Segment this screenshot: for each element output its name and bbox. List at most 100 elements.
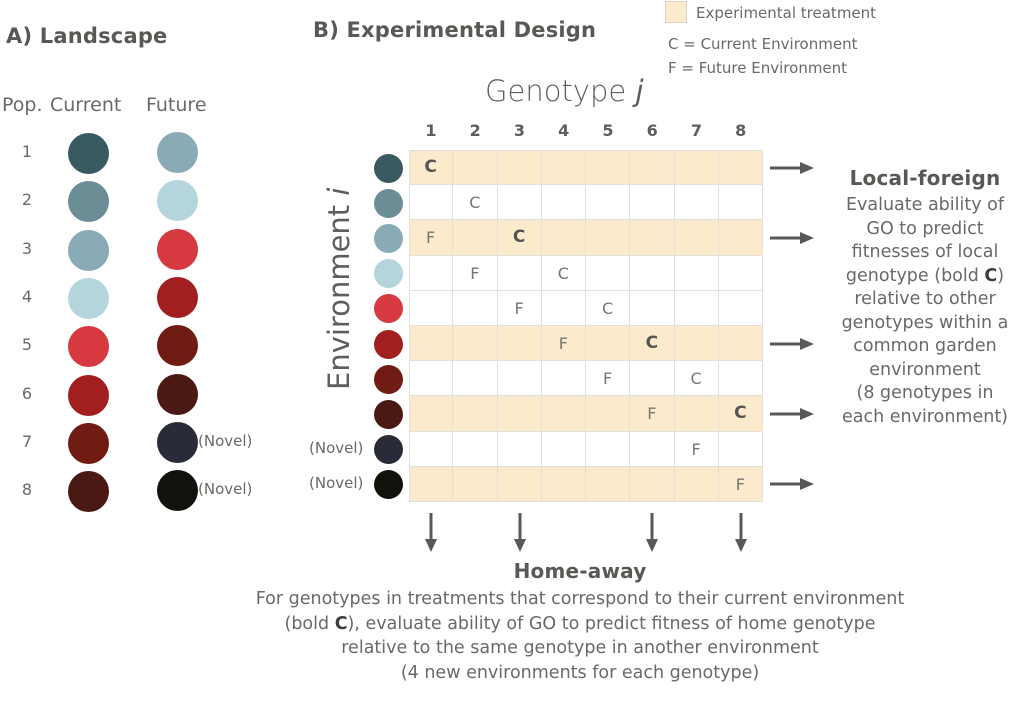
- grid-cell: [675, 255, 719, 291]
- grid-cell: [542, 290, 586, 326]
- grid-cell: [630, 431, 675, 467]
- environment-circle: [374, 329, 403, 359]
- environment-circle: [374, 188, 403, 218]
- grid-cell: [453, 290, 498, 326]
- future-environment-circle: [157, 228, 198, 270]
- grid-row: FC: [409, 255, 763, 291]
- grid-cell: [719, 150, 763, 186]
- grid-cell: [542, 396, 586, 432]
- grid-cell: [586, 396, 631, 432]
- grid-cell: [498, 255, 542, 291]
- grid-cell: [586, 466, 631, 502]
- grid-cell: [675, 466, 719, 502]
- genotype-number: 8: [735, 121, 747, 140]
- right-arrow-icon: [770, 408, 814, 420]
- panel-a-title: A) Landscape: [6, 24, 168, 48]
- grid-cell: C: [586, 290, 631, 326]
- down-arrow-icon: [425, 513, 438, 552]
- genotype-number: 7: [690, 121, 703, 140]
- description-line: (4 new environments for each genotype): [400, 662, 760, 683]
- axis-variable: j: [635, 74, 644, 108]
- environment-circle: [374, 224, 403, 253]
- treatment-row: FC: [409, 326, 763, 362]
- grid-cell: F: [498, 290, 542, 326]
- grid-cell: [542, 220, 586, 256]
- current-environment-circle: [68, 326, 109, 368]
- treatment-row: F: [409, 466, 763, 502]
- grid-cell: C: [542, 255, 586, 291]
- bold-c-marker: C: [334, 613, 348, 634]
- local-foreign-title: Local-foreign: [849, 166, 1001, 190]
- current-column-header: Current: [50, 94, 122, 116]
- novel-environment-label: (Novel): [309, 474, 364, 493]
- grid-cell: [675, 290, 719, 326]
- environment-circle: [374, 364, 403, 394]
- current-environment-circle: [68, 181, 109, 223]
- future-column-header: Future: [146, 94, 207, 116]
- description-line: relative to other: [854, 289, 996, 309]
- grid-cell: [675, 220, 719, 256]
- down-arrow-icon: [513, 513, 526, 552]
- population-number: 1: [21, 142, 33, 161]
- current-environment-circle: [68, 422, 109, 464]
- grid-cell: F: [542, 326, 586, 362]
- population-number: 3: [21, 238, 33, 258]
- future-environment-circle: [157, 421, 198, 463]
- grid-cell: F: [453, 255, 498, 291]
- current-environment-circle: [68, 471, 109, 513]
- grid-cell: [719, 185, 763, 221]
- future-environment-circle: [157, 132, 198, 173]
- legend-current-environment: C = Current Environment: [668, 35, 858, 53]
- description-line: genotype (bold C): [845, 265, 1005, 286]
- grid-row: FC: [409, 290, 763, 326]
- grid-cell: [630, 150, 675, 186]
- grid-cell: F: [409, 220, 454, 256]
- grid-cell: [542, 361, 586, 397]
- home-away-description: For genotypes in treatments that corresp…: [180, 587, 980, 685]
- grid-cell: [630, 290, 675, 326]
- description-line: genotypes within a: [841, 312, 1009, 333]
- grid-cell: [542, 431, 586, 467]
- description-line: common garden: [853, 336, 997, 356]
- grid-cell: [498, 185, 542, 221]
- grid-cell: [498, 361, 542, 397]
- grid-cell: C: [453, 185, 498, 221]
- grid-cell: [498, 326, 542, 362]
- environment-axis-label: Environment i: [322, 187, 356, 390]
- grid-cell: [719, 361, 763, 397]
- future-environment-circle: [157, 276, 198, 318]
- genotype-number: 5: [602, 121, 614, 140]
- novel-label: (Novel): [198, 431, 253, 450]
- grid-cell: [498, 396, 542, 432]
- grid-cell: [409, 185, 454, 221]
- grid-cell: [719, 326, 763, 362]
- grid-cell: [630, 185, 675, 221]
- current-environment-circle: [68, 133, 109, 174]
- grid-cell: [586, 220, 631, 256]
- novel-label: (Novel): [198, 480, 253, 499]
- grid-cell: [675, 326, 719, 362]
- environment-circle: [374, 153, 403, 183]
- grid-cell: [719, 255, 763, 291]
- legend-future-environment: F = Future Environment: [668, 59, 848, 77]
- future-environment-circle: [157, 180, 198, 222]
- grid-cell: [542, 185, 586, 221]
- current-environment-circle: [68, 374, 109, 416]
- future-environment-circle: [157, 325, 198, 367]
- current-environment-circle: [68, 229, 109, 271]
- down-arrow-icon: [646, 513, 659, 552]
- description-line: relative to the same genotype in another…: [341, 638, 819, 658]
- panel-b-title: B) Experimental Design: [313, 18, 597, 42]
- current-environment-circle: [68, 277, 109, 319]
- grid-cell: [586, 185, 631, 221]
- grid-cell: [542, 466, 586, 502]
- grid-row: FC: [409, 361, 763, 397]
- grid-cell: [675, 185, 719, 221]
- grid-cell: [453, 361, 498, 397]
- right-arrow-icon: [770, 337, 814, 350]
- genotype-axis-label: Genotype j: [485, 74, 644, 108]
- right-arrow-icon: [770, 478, 814, 491]
- description-line: environment: [869, 359, 981, 380]
- grid-cell: [409, 290, 454, 326]
- grid-cell: [409, 466, 454, 502]
